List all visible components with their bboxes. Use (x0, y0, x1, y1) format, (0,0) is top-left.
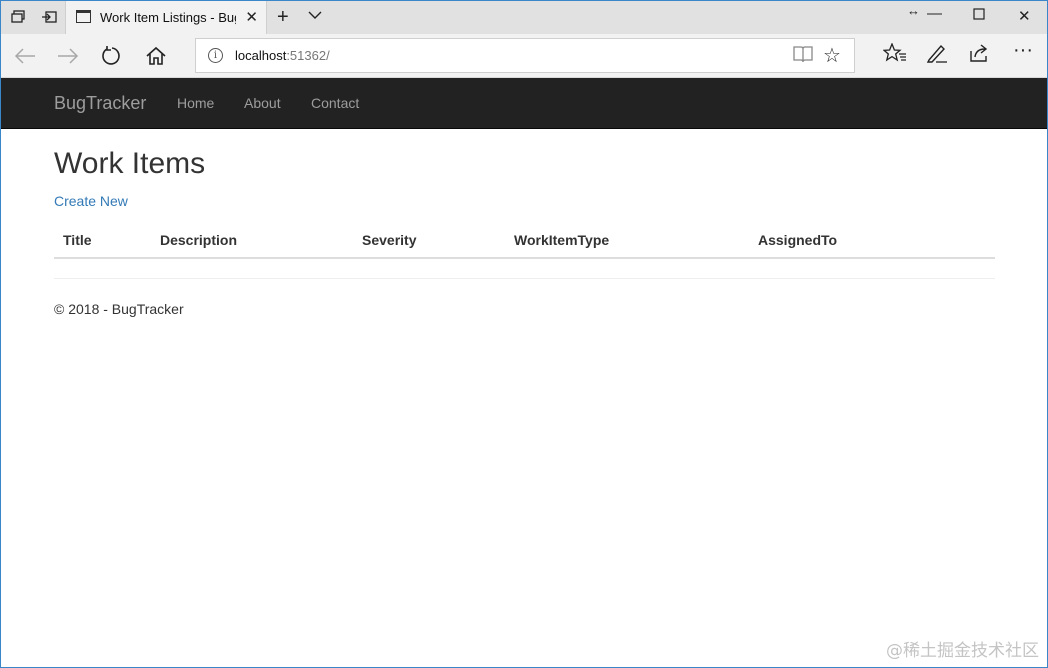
favorites-hub-icon[interactable] (882, 42, 907, 69)
browser-title-bar: Work Item Listings - Bug ✕ + ↔ — ✕ (1, 1, 1047, 34)
set-aside-tabs-icon[interactable] (39, 7, 59, 27)
column-header-description: Description (160, 232, 238, 248)
nav-about[interactable]: About (244, 95, 281, 111)
browser-toolbar: i localhost:51362/ ☆ ··· (1, 34, 1047, 78)
favorite-star-icon[interactable]: ☆ (823, 43, 841, 68)
refresh-icon[interactable] (98, 42, 126, 70)
tab-preview-chevron-icon[interactable] (308, 8, 322, 23)
share-icon[interactable] (969, 43, 991, 69)
site-navbar: BugTracker Home About Contact (1, 78, 1047, 129)
page-title: Work Items (54, 147, 206, 180)
maximize-icon[interactable] (973, 7, 985, 24)
nav-contact[interactable]: Contact (311, 95, 359, 111)
footer-divider (54, 278, 995, 279)
more-icon[interactable]: ··· (1013, 39, 1033, 62)
column-header-assignedto: AssignedTo (758, 232, 838, 248)
page-icon (76, 10, 91, 23)
close-icon[interactable]: ✕ (1018, 7, 1031, 25)
column-header-severity: Severity (362, 232, 417, 248)
site-brand[interactable]: BugTracker (54, 93, 146, 114)
home-icon[interactable] (142, 42, 170, 70)
restore-arrows-icon: ↔ (907, 3, 920, 18)
tab-close-icon[interactable]: ✕ (245, 8, 258, 26)
nav-home[interactable]: Home (177, 95, 214, 111)
tab-title: Work Item Listings - Bug (100, 10, 236, 25)
address-bar[interactable]: i localhost:51362/ ☆ (195, 38, 855, 73)
create-new-link[interactable]: Create New (54, 193, 128, 209)
table-header-divider (54, 257, 995, 259)
info-icon[interactable]: i (208, 48, 223, 63)
forward-arrow-icon[interactable] (54, 42, 82, 70)
reading-view-icon[interactable] (793, 45, 813, 68)
add-notes-icon[interactable] (926, 43, 948, 69)
address-url[interactable]: localhost:51362/ (235, 48, 330, 63)
tab-stack-icon[interactable] (8, 7, 28, 27)
column-header-workitemtype: WorkItemType (514, 232, 610, 248)
column-header-title: Title (63, 232, 92, 248)
footer-copyright: © 2018 - BugTracker (54, 301, 184, 317)
minimize-icon[interactable]: — (927, 5, 942, 22)
back-arrow-icon[interactable] (11, 42, 39, 70)
watermark-text: @稀土掘金技术社区 (886, 641, 1039, 661)
browser-tab-active[interactable]: Work Item Listings - Bug ✕ (65, 1, 267, 34)
new-tab-plus-icon[interactable]: + (277, 6, 289, 29)
